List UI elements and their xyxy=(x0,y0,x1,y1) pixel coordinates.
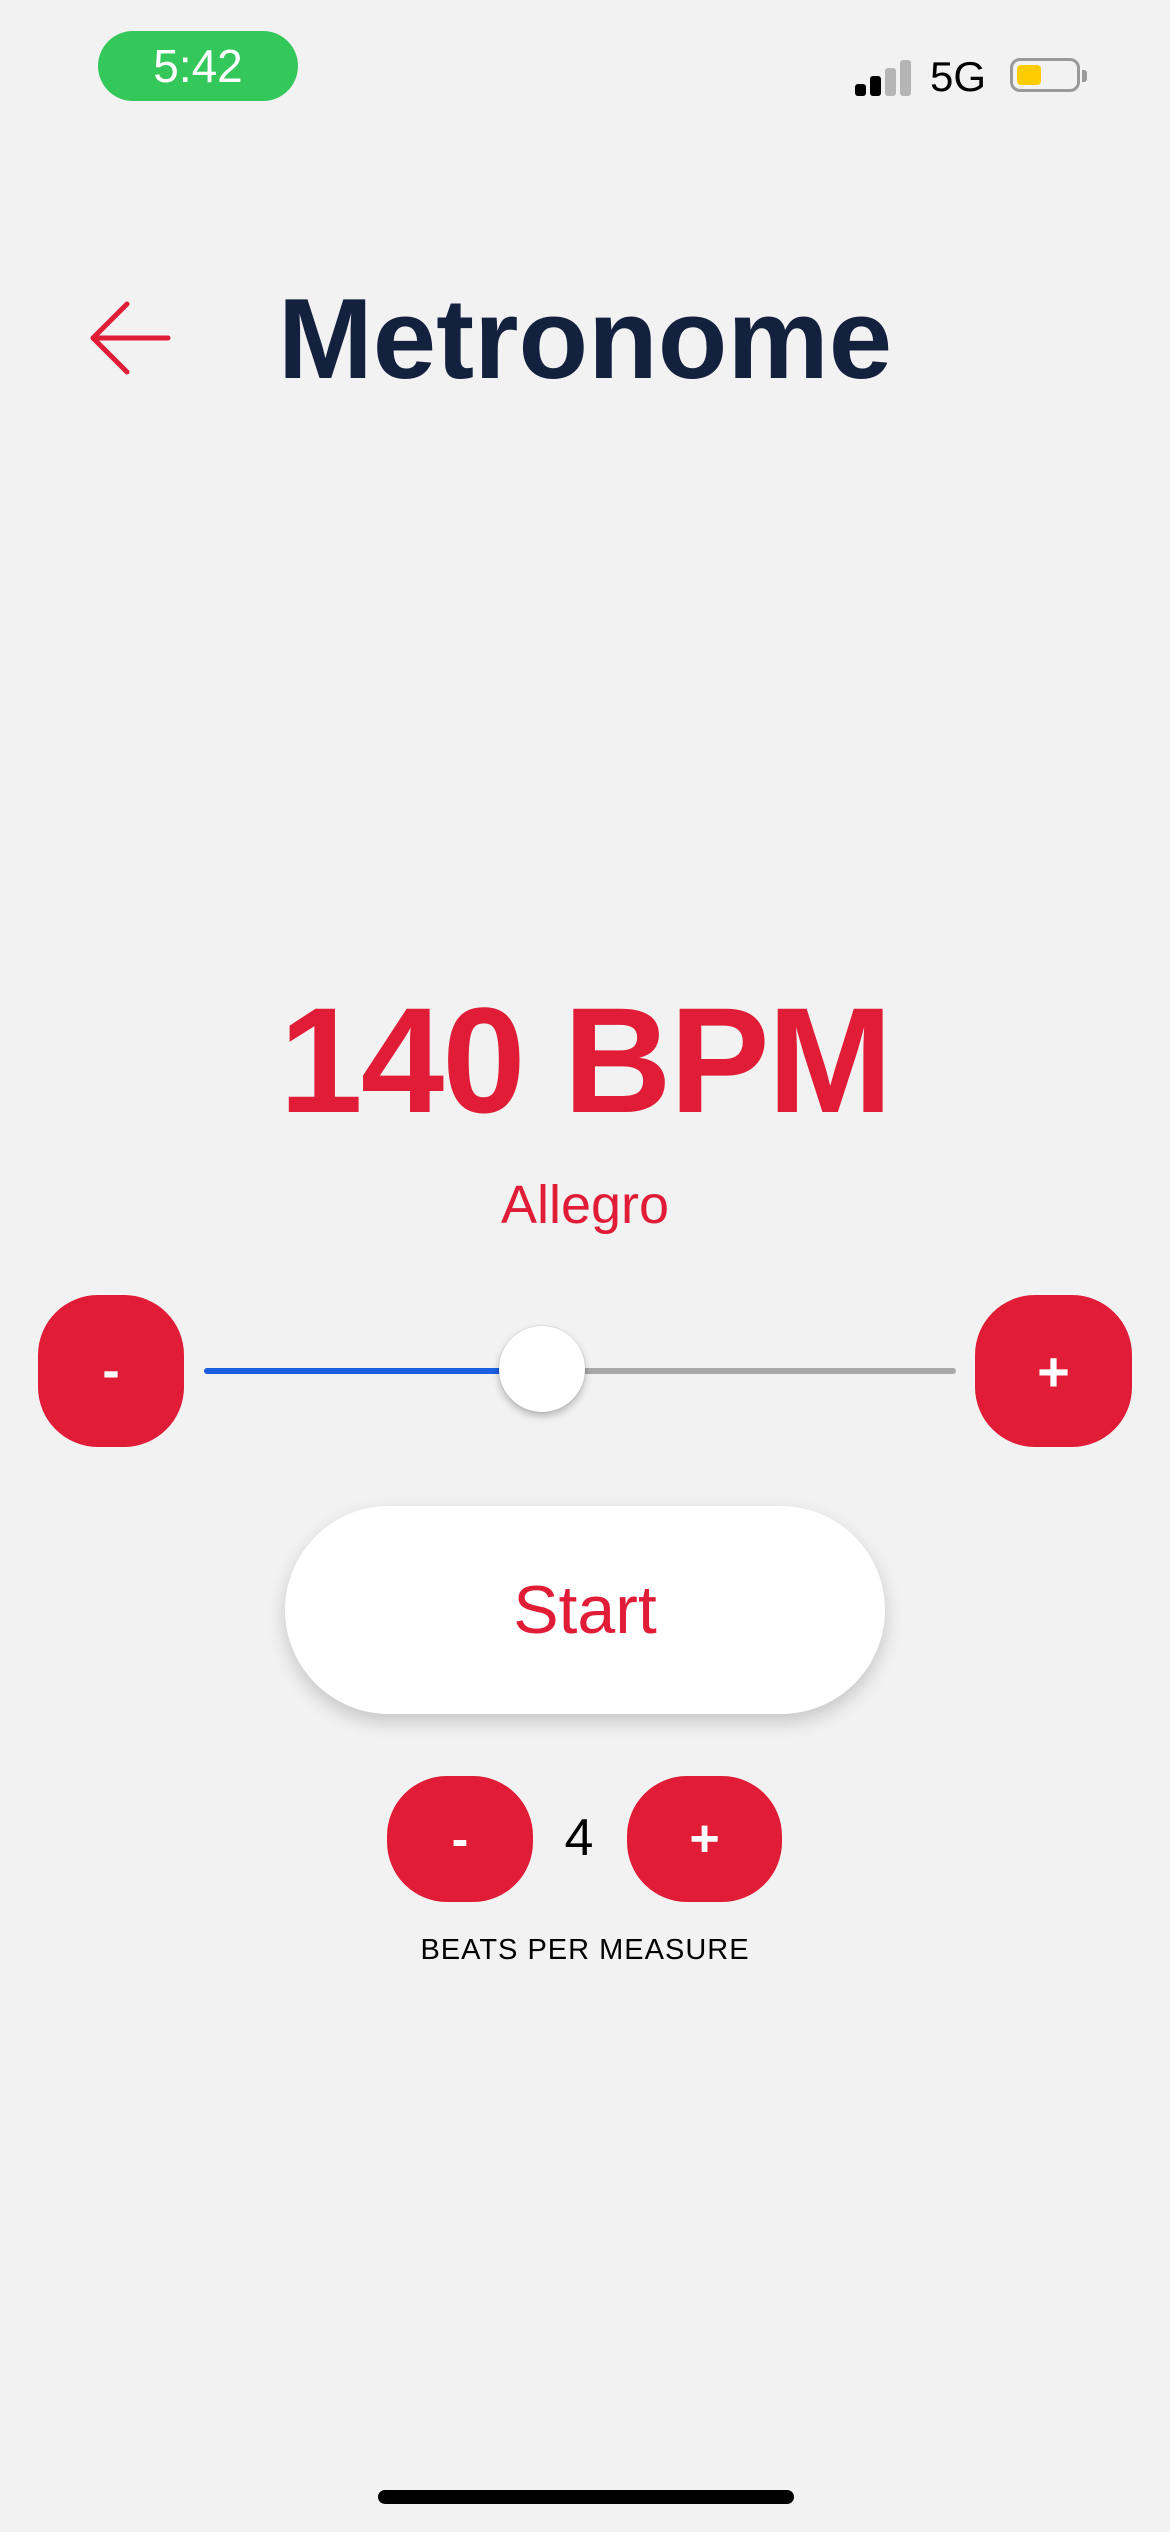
slider-thumb[interactable] xyxy=(499,1326,585,1412)
tempo-slider[interactable] xyxy=(204,1326,956,1412)
slider-remaining-track xyxy=(542,1368,956,1374)
bpm-display: 140 BPM xyxy=(279,976,892,1144)
increase-beats-button[interactable]: + xyxy=(627,1776,782,1902)
increase-tempo-button[interactable]: + xyxy=(975,1295,1132,1447)
decrease-tempo-button[interactable]: - xyxy=(38,1295,184,1447)
tempo-marking: Allegro xyxy=(500,1175,670,1235)
start-button[interactable]: Start xyxy=(285,1506,885,1714)
home-indicator xyxy=(378,2490,794,2504)
cellular-signal-icon xyxy=(855,58,915,96)
page-title: Metronome xyxy=(277,276,893,403)
beats-value: 4 xyxy=(564,1809,594,1867)
beats-per-measure-label: BEATS PER MEASURE xyxy=(420,1934,750,1966)
status-time: 5:42 xyxy=(98,31,298,101)
network-type: 5G xyxy=(930,53,987,100)
battery-icon xyxy=(1010,58,1087,96)
slider-filled-track xyxy=(204,1368,542,1374)
decrease-beats-button[interactable]: - xyxy=(387,1776,533,1902)
